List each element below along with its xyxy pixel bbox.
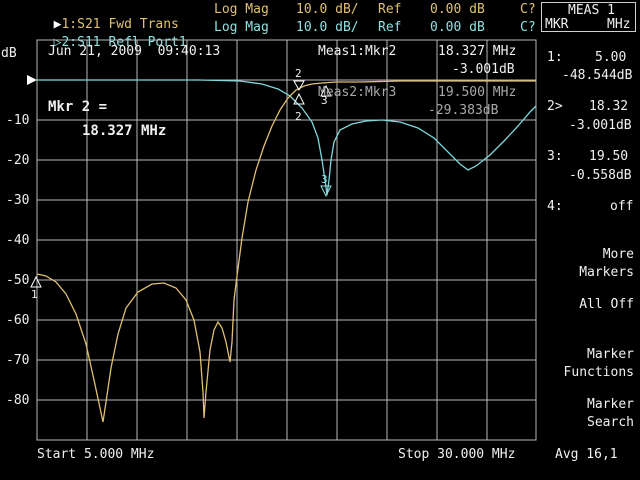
marker-3-value: -0.558dB bbox=[569, 168, 632, 183]
meas2-frequency: 19.500 MHz bbox=[438, 85, 517, 100]
y-tick-label: -20 bbox=[6, 153, 30, 168]
y-unit-label: dB bbox=[1, 46, 17, 61]
averaging-status: Avg 16,1 bbox=[555, 447, 618, 462]
more-markers-label-2: Markers bbox=[579, 265, 634, 280]
marker-2-number: 2> bbox=[547, 99, 563, 114]
marker-2-number: 2 bbox=[295, 110, 302, 123]
reference-level-arrow bbox=[27, 75, 37, 85]
meas1-label: Meas1:Mkr2 bbox=[318, 44, 397, 59]
y-tick-label: -70 bbox=[6, 353, 30, 368]
active-marker-frequency: 18.327 MHz bbox=[82, 123, 167, 139]
marker-functions-label-2: Functions bbox=[563, 365, 634, 380]
y-tick-label: -60 bbox=[6, 313, 30, 328]
marker-2-number: 2 bbox=[295, 67, 302, 80]
marker-3-number: 3 bbox=[321, 94, 328, 107]
marker-4-frequency: off bbox=[610, 199, 634, 214]
menu-title: MEAS 1 bbox=[568, 3, 615, 18]
meas2-label: Meas2:Mkr3 bbox=[318, 85, 397, 100]
marker-1-number: 1: bbox=[547, 50, 563, 65]
marker-1-value: -48.544dB bbox=[562, 68, 633, 83]
marker-search-label-2: Search bbox=[587, 415, 634, 430]
marker-search-label-1: Marker bbox=[587, 397, 634, 412]
active-marker-label: Mkr 2 = bbox=[48, 99, 108, 115]
meas1-frequency: 18.327 MHz bbox=[438, 44, 517, 59]
marker-3-number: 3 bbox=[321, 173, 328, 186]
marker-3-frequency: 19.50 bbox=[589, 149, 629, 164]
marker-1-frequency: 5.00 bbox=[595, 50, 627, 65]
marker-1-symbol[interactable] bbox=[30, 275, 42, 288]
marker-3-number: 3: bbox=[547, 149, 563, 164]
more-markers-label-1: More bbox=[602, 247, 634, 262]
menu-subtitle-left: MKR bbox=[545, 17, 569, 32]
marker-4-number: 4: bbox=[547, 199, 563, 214]
y-tick-label: -30 bbox=[6, 193, 30, 208]
meas1-value: -3.001dB bbox=[452, 62, 515, 77]
start-frequency[interactable]: Start 5.000 MHz bbox=[37, 447, 154, 462]
y-tick-label: -80 bbox=[6, 393, 30, 408]
stop-frequency[interactable]: Stop 30.000 MHz bbox=[398, 447, 515, 462]
marker-2-value: -3.001dB bbox=[569, 118, 632, 133]
marker-1-number: 1 bbox=[31, 288, 38, 301]
marker-2-trace2-symbol[interactable] bbox=[293, 92, 305, 105]
timestamp: Jun 21, 2009 09:40:13 bbox=[48, 44, 221, 59]
y-tick-label: -10 bbox=[6, 113, 30, 128]
meas2-value: -29.383dB bbox=[428, 103, 499, 118]
y-tick-label: -40 bbox=[6, 233, 30, 248]
marker-functions-label-1: Marker bbox=[587, 347, 634, 362]
menu-subtitle-right: MHz bbox=[607, 17, 631, 32]
all-off-label: All Off bbox=[579, 297, 634, 312]
marker-2-frequency: 18.32 bbox=[589, 99, 629, 114]
y-tick-label: -50 bbox=[6, 273, 30, 288]
